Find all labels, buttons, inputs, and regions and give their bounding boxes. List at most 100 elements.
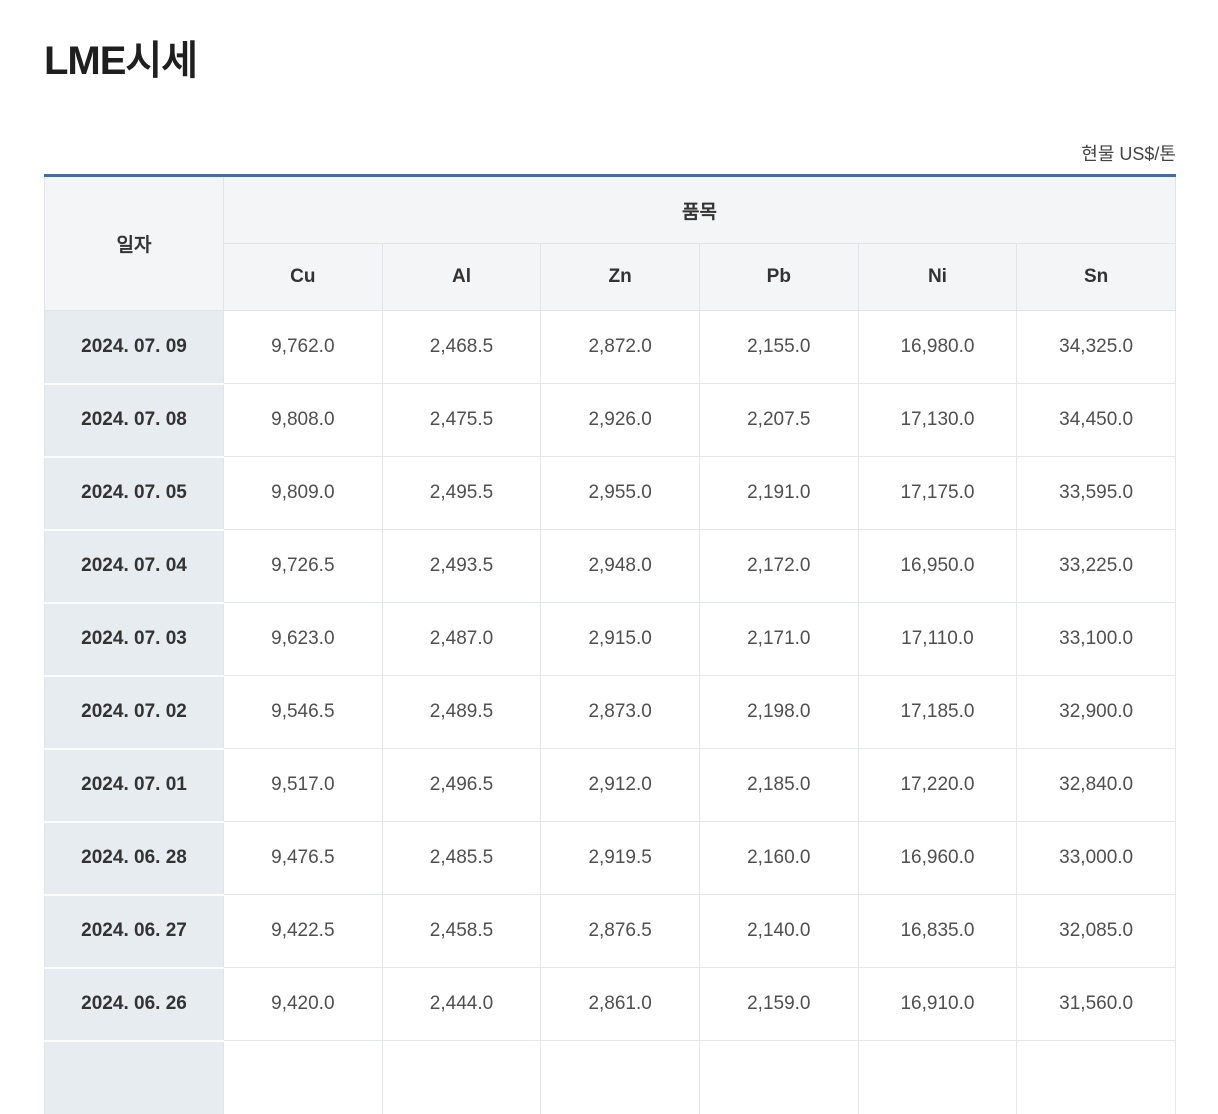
date-header-cell: 일자 — [44, 175, 224, 311]
date-cell: 2024. 06. 26 — [44, 967, 224, 1042]
price-cell: 2,475.5 — [381, 383, 542, 457]
date-cell: 2024. 07. 09 — [44, 310, 224, 385]
price-cell: 9,809.0 — [223, 456, 383, 530]
price-cell: 2,485.5 — [381, 821, 542, 895]
price-cell: 2,487.0 — [381, 602, 542, 676]
price-cell: 16,980.0 — [857, 310, 1018, 384]
price-cell: 33,100.0 — [1016, 602, 1176, 676]
price-cell: 2,948.0 — [540, 529, 700, 603]
table-row: 2024. 06. 27 9,422.5 2,458.5 2,876.5 2,140.0… — [44, 894, 1176, 969]
table-row: 2024. 07. 03 9,623.0 2,487.0 2,915.0 2,171.0… — [44, 602, 1176, 677]
price-cell: 2,172.0 — [698, 529, 859, 603]
metal-header-cu: Cu — [223, 243, 383, 311]
price-cell: 2,876.5 — [540, 894, 700, 968]
price-cell: 9,546.5 — [223, 675, 383, 749]
price-cell: 9,726.5 — [223, 529, 383, 603]
page: LME시세 현물 US$/톤 일자 품목 Cu Al Zn Pb Ni Sn 2… — [0, 36, 1218, 1114]
lme-price-table: 일자 품목 Cu Al Zn Pb Ni Sn 2024. 07. 09 9,76… — [44, 174, 1176, 1114]
price-cell: 33,595.0 — [1016, 456, 1176, 530]
price-cell: 17,175.0 — [857, 456, 1018, 530]
header-group-row: 일자 품목 — [44, 175, 1176, 311]
date-cell: 2024. 07. 08 — [44, 383, 224, 458]
price-cell: 9,517.0 — [223, 748, 383, 822]
price-cell: 2,872.0 — [540, 310, 700, 384]
date-cell: 2024. 07. 04 — [44, 529, 224, 604]
price-cell: 16,835.0 — [857, 894, 1018, 968]
metal-header-sn: Sn — [1016, 243, 1176, 311]
date-cell — [44, 1040, 224, 1114]
metal-header-al: Al — [381, 243, 542, 311]
table-row: 2024. 06. 26 9,420.0 2,444.0 2,861.0 2,159.0… — [44, 967, 1176, 1042]
price-cell: 2,873.0 — [540, 675, 700, 749]
price-cell: 17,220.0 — [857, 748, 1018, 822]
date-cell: 2024. 07. 03 — [44, 602, 224, 677]
price-cell: 9,762.0 — [223, 310, 383, 384]
price-cell: 9,623.0 — [223, 602, 383, 676]
price-cell: 2,912.0 — [540, 748, 700, 822]
price-cell: 2,185.0 — [698, 748, 859, 822]
page-title: LME시세 — [44, 39, 198, 83]
table-row-partial — [44, 1040, 1176, 1114]
price-cell — [698, 1040, 859, 1114]
table-row: 2024. 07. 08 9,808.0 2,475.5 2,926.0 2,207.5… — [44, 383, 1176, 458]
price-cell: 2,495.5 — [381, 456, 542, 530]
price-cell: 2,159.0 — [698, 967, 859, 1041]
price-cell: 16,960.0 — [857, 821, 1018, 895]
table-row: 2024. 07. 09 9,762.0 2,468.5 2,872.0 2,155.0… — [44, 310, 1176, 385]
price-cell: 2,458.5 — [381, 894, 542, 968]
price-cell — [857, 1040, 1018, 1114]
price-cell: 2,919.5 — [540, 821, 700, 895]
date-cell: 2024. 07. 02 — [44, 675, 224, 750]
table-row: 2024. 07. 02 9,546.5 2,489.5 2,873.0 2,198.0… — [44, 675, 1176, 750]
price-cell: 2,171.0 — [698, 602, 859, 676]
date-cell: 2024. 07. 05 — [44, 456, 224, 531]
price-cell — [540, 1040, 700, 1114]
metal-header-zn: Zn — [540, 243, 700, 311]
price-cell: 9,808.0 — [223, 383, 383, 457]
date-cell: 2024. 06. 28 — [44, 821, 224, 896]
price-cell: 2,468.5 — [381, 310, 542, 384]
price-cell: 32,840.0 — [1016, 748, 1176, 822]
price-cell: 2,926.0 — [540, 383, 700, 457]
price-cell — [1016, 1040, 1176, 1114]
price-cell: 2,140.0 — [698, 894, 859, 968]
price-cell: 2,955.0 — [540, 456, 700, 530]
price-cell: 2,198.0 — [698, 675, 859, 749]
price-cell — [223, 1040, 383, 1114]
price-cell: 9,422.5 — [223, 894, 383, 968]
date-cell: 2024. 07. 01 — [44, 748, 224, 823]
price-cell: 9,420.0 — [223, 967, 383, 1041]
price-cell: 2,160.0 — [698, 821, 859, 895]
price-cell: 2,444.0 — [381, 967, 542, 1041]
price-cell: 17,185.0 — [857, 675, 1018, 749]
table-row: 2024. 07. 04 9,726.5 2,493.5 2,948.0 2,172.0… — [44, 529, 1176, 604]
metal-header-pb: Pb — [698, 243, 859, 311]
price-cell: 2,207.5 — [698, 383, 859, 457]
date-cell: 2024. 06. 27 — [44, 894, 224, 969]
price-cell: 16,910.0 — [857, 967, 1018, 1041]
price-cell: 33,000.0 — [1016, 821, 1176, 895]
price-cell: 2,191.0 — [698, 456, 859, 530]
table-header: 일자 품목 Cu Al Zn Pb Ni Sn — [44, 175, 1176, 311]
metal-header-ni: Ni — [857, 243, 1018, 311]
price-cell: 31,560.0 — [1016, 967, 1176, 1041]
price-cell: 34,325.0 — [1016, 310, 1176, 384]
price-cell: 2,493.5 — [381, 529, 542, 603]
price-cell: 2,861.0 — [540, 967, 700, 1041]
price-cell: 2,489.5 — [381, 675, 542, 749]
price-cell: 17,110.0 — [857, 602, 1018, 676]
price-cell: 2,496.5 — [381, 748, 542, 822]
price-table-body: 2024. 07. 09 9,762.0 2,468.5 2,872.0 2,155.0… — [44, 310, 1176, 1114]
price-cell: 16,950.0 — [857, 529, 1018, 603]
price-cell: 2,915.0 — [540, 602, 700, 676]
price-cell: 17,130.0 — [857, 383, 1018, 457]
price-cell: 9,476.5 — [223, 821, 383, 895]
item-group-header-cell: 품목 — [223, 175, 1176, 244]
price-cell: 34,450.0 — [1016, 383, 1176, 457]
unit-label: 현물 US$/톤 — [1081, 144, 1176, 164]
price-cell — [381, 1040, 542, 1114]
table-row: 2024. 06. 28 9,476.5 2,485.5 2,919.5 2,160.0… — [44, 821, 1176, 896]
price-cell: 32,085.0 — [1016, 894, 1176, 968]
price-cell: 32,900.0 — [1016, 675, 1176, 749]
price-cell: 2,155.0 — [698, 310, 859, 384]
